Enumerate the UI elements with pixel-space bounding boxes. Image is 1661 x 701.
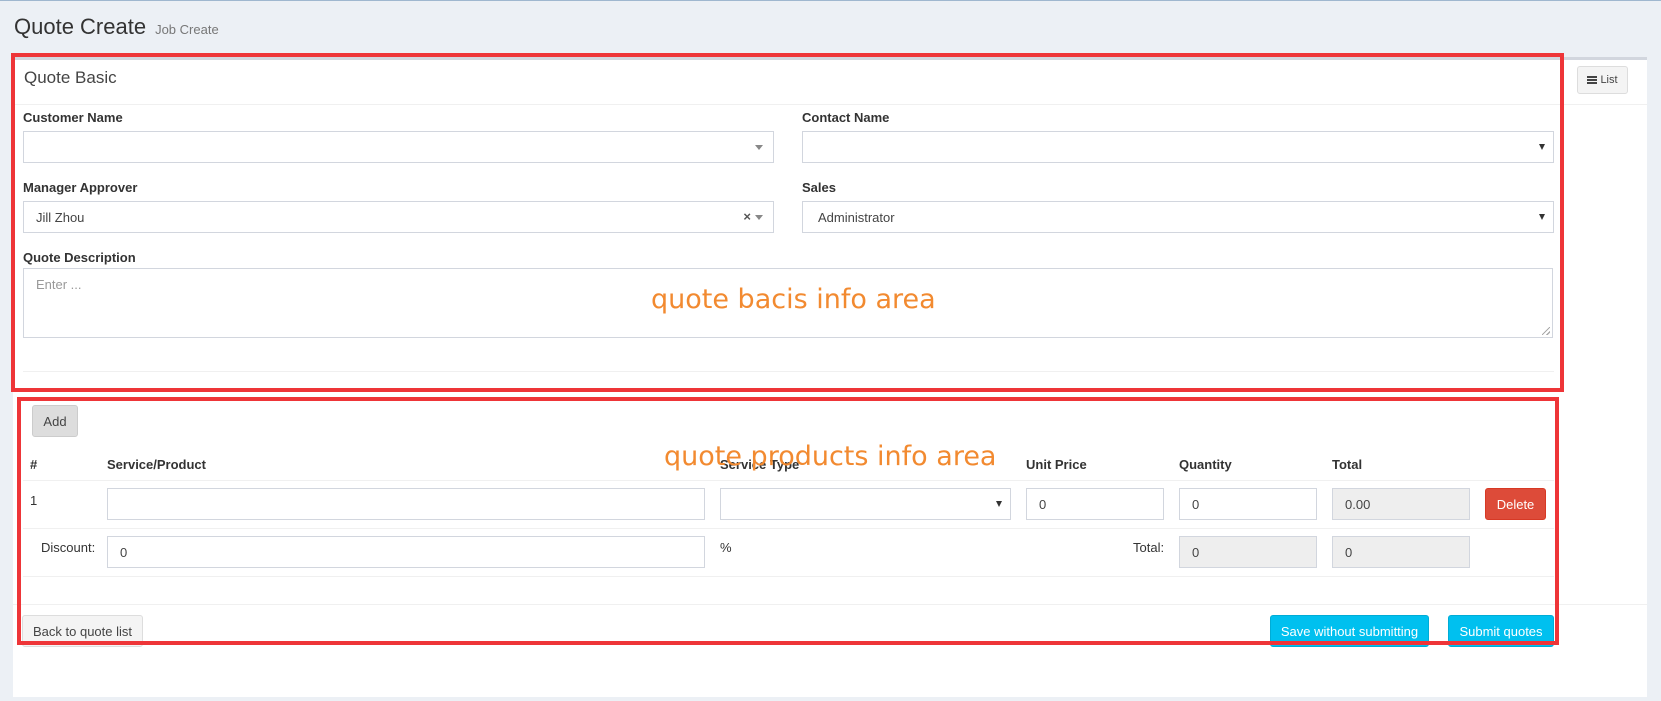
row-index: 1 xyxy=(30,493,38,508)
row-total-field: 0.00 xyxy=(1332,488,1470,520)
quote-form-box: Quote Basic List Customer Name Contact N… xyxy=(13,57,1647,697)
quote-description-label: Quote Description xyxy=(23,250,136,265)
contact-name-label: Contact Name xyxy=(802,110,890,125)
manager-approver-label: Manager Approver xyxy=(23,180,138,195)
chevron-down-icon xyxy=(1539,144,1545,150)
chevron-down-icon xyxy=(996,501,1002,507)
column-header-service-product: Service/Product xyxy=(107,457,206,472)
unit-price-value: 0 xyxy=(1039,496,1047,512)
discount-value: 0 xyxy=(120,544,128,560)
quantity-input[interactable]: 0 xyxy=(1179,488,1317,520)
save-without-submitting-button[interactable]: Save without submitting xyxy=(1270,615,1429,647)
back-to-list-button[interactable]: Back to quote list xyxy=(22,615,143,647)
top-border xyxy=(0,0,1661,1)
clear-icon[interactable]: × xyxy=(743,209,751,224)
quantity-value: 0 xyxy=(1192,496,1200,512)
quantity-total-value: 0 xyxy=(1192,544,1200,560)
chevron-down-icon xyxy=(755,145,763,150)
customer-name-label: Customer Name xyxy=(23,110,123,125)
list-button[interactable]: List xyxy=(1577,66,1628,94)
table-header-divider xyxy=(23,480,1554,481)
column-header-index: # xyxy=(30,457,38,472)
customer-name-select[interactable] xyxy=(23,131,774,163)
quote-description-placeholder: Enter ... xyxy=(36,277,82,292)
column-header-total: Total xyxy=(1332,457,1363,472)
column-header-quantity: Quantity xyxy=(1179,457,1232,472)
column-header-unit-price: Unit Price xyxy=(1026,457,1087,472)
discount-input[interactable]: 0 xyxy=(107,536,705,568)
delete-row-button[interactable]: Delete xyxy=(1485,488,1546,520)
contact-name-select[interactable] xyxy=(802,131,1554,163)
totals-label: Total: xyxy=(1133,540,1165,555)
box-header: Quote Basic List xyxy=(13,60,1647,105)
unit-price-input[interactable]: 0 xyxy=(1026,488,1164,520)
sales-select[interactable]: Administrator xyxy=(802,201,1554,233)
add-product-button[interactable]: Add xyxy=(32,405,78,437)
amount-total-value: 0 xyxy=(1345,544,1353,560)
sales-value: Administrator xyxy=(818,209,895,225)
discount-label: Discount: xyxy=(41,540,96,555)
footer-divider xyxy=(13,604,1647,605)
manager-approver-value: Jill Zhou xyxy=(36,209,85,225)
manager-approver-select[interactable]: Jill Zhou × xyxy=(23,201,774,233)
row-divider xyxy=(23,528,1554,529)
discount-unit: % xyxy=(720,540,732,555)
quantity-total-field: 0 xyxy=(1179,536,1317,568)
row-total-value: 0.00 xyxy=(1345,496,1371,512)
service-type-select[interactable] xyxy=(720,488,1011,520)
chevron-down-icon xyxy=(755,215,763,220)
basic-info-annotation-label: quote bacis info area xyxy=(651,284,936,315)
submit-quotes-button[interactable]: Submit quotes xyxy=(1448,615,1554,647)
divider xyxy=(23,371,1554,372)
divider xyxy=(23,576,1554,577)
page-subtitle: Job Create xyxy=(155,22,219,37)
sales-label: Sales xyxy=(802,180,836,195)
resize-handle-icon[interactable] xyxy=(1542,327,1550,335)
chevron-down-icon xyxy=(1539,214,1545,220)
list-icon xyxy=(1587,76,1598,84)
amount-total-field: 0 xyxy=(1332,536,1470,568)
service-product-input[interactable] xyxy=(107,488,705,520)
list-button-label: List xyxy=(1600,74,1618,86)
box-title: Quote Basic xyxy=(24,68,117,87)
page-title: Quote Create xyxy=(14,14,147,39)
page-header: Quote Create Job Create xyxy=(14,14,219,44)
products-info-annotation-label: quote products info area xyxy=(664,441,997,472)
